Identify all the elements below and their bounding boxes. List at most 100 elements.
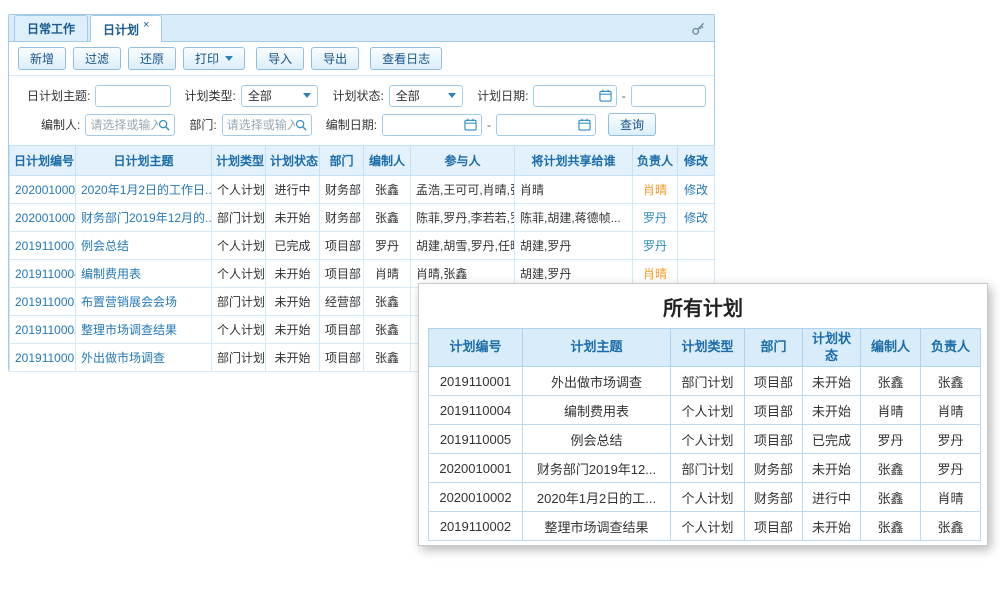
tab-daily-plan-label: 日计划	[103, 21, 139, 38]
col-modify[interactable]: 修改	[678, 146, 715, 176]
owner-link[interactable]: 肖晴	[643, 183, 667, 197]
key-icon[interactable]	[691, 21, 706, 36]
table-row[interactable]: 2019110002 整理市场调查结果 个人计划 项目部 未开始 张鑫 张鑫	[429, 512, 981, 541]
plan-id-cell: 2019110001	[10, 344, 76, 372]
table-row[interactable]: 2020010001 财务部门2019年12... 部门计划 财务部 未开始 张…	[429, 454, 981, 483]
table-row[interactable]: 2019110001 外出做市场调查 部门计划 项目部 未开始 张鑫 张鑫	[429, 367, 981, 396]
dept-cell: 项目部	[745, 425, 803, 454]
plan-id-link[interactable]: 2019110003	[15, 295, 76, 309]
subject-field[interactable]	[95, 85, 170, 107]
subject-link[interactable]: 外出做市场调查	[81, 351, 165, 365]
subject-link[interactable]: 整理市场调查结果	[81, 323, 177, 337]
plan-id-link[interactable]: 2019110002	[15, 323, 76, 337]
subject-cell: 例会总结	[76, 232, 212, 260]
subject-input[interactable]	[100, 89, 165, 103]
subject-link[interactable]: 财务部门2019年12月的...	[81, 211, 212, 225]
export-button[interactable]: 导出	[311, 47, 359, 70]
calendar-icon[interactable]	[599, 89, 612, 102]
creator-cell: 罗丹	[364, 232, 411, 260]
plan-status-label: 计划状态:	[332, 87, 383, 104]
owner-link[interactable]: 罗丹	[643, 211, 667, 225]
plan-id-link[interactable]: 2019110004	[15, 267, 76, 281]
tab-daily-work-label: 日常工作	[27, 20, 75, 37]
plan-date-start-input[interactable]	[538, 89, 598, 103]
view-log-button[interactable]: 查看日志	[370, 47, 442, 70]
plan-date-start-field[interactable]	[533, 85, 616, 107]
compile-date-start-input[interactable]	[387, 118, 464, 132]
plan-id-cell: 2019110004	[429, 396, 523, 425]
owner-link[interactable]: 罗丹	[643, 239, 667, 253]
calendar-icon[interactable]	[464, 118, 477, 131]
plan-id-link[interactable]: 2019110001	[15, 351, 76, 365]
plan-date-end-input[interactable]	[636, 89, 701, 103]
modify-cell	[678, 232, 715, 260]
print-button[interactable]: 打印	[183, 47, 245, 70]
table-row[interactable]: 2019110005 例会总结 个人计划 已完成 项目部 罗丹 胡建,胡雪,罗丹…	[10, 232, 715, 260]
subject-link[interactable]: 编制费用表	[81, 267, 141, 281]
status-cell: 未开始	[266, 204, 320, 232]
table-row[interactable]: 2019110004 编制费用表 个人计划 项目部 未开始 肖晴 肖晴	[429, 396, 981, 425]
share-cell: 肖晴	[515, 176, 633, 204]
filter-row-1: 日计划主题: 计划类型: 全部 计划状态: 全部 计划日期: -	[17, 81, 706, 110]
col-plan-id[interactable]: 日计划编号	[10, 146, 76, 176]
status-cell: 未开始	[266, 260, 320, 288]
plan-status-value: 全部	[396, 87, 420, 104]
creator-input[interactable]	[90, 118, 158, 132]
status-cell: 未开始	[803, 396, 861, 425]
col-type[interactable]: 计划类型	[212, 146, 266, 176]
col-participants[interactable]: 参与人	[411, 146, 515, 176]
compile-date-start-field[interactable]	[382, 114, 482, 136]
plan-date-end-field[interactable]	[631, 85, 706, 107]
calendar-icon[interactable]	[578, 118, 591, 131]
restore-button[interactable]: 还原	[128, 47, 176, 70]
owner-link[interactable]: 肖晴	[643, 267, 667, 281]
tab-close-icon[interactable]: ×	[143, 19, 149, 31]
col-dept[interactable]: 部门	[320, 146, 364, 176]
chevron-down-icon	[448, 93, 456, 98]
table-row[interactable]: 2020010002 2020年1月2日的工作日... 个人计划 进行中 财务部…	[10, 176, 715, 204]
subject-link[interactable]: 布置营销展会会场	[81, 295, 177, 309]
tab-daily-work[interactable]: 日常工作	[14, 15, 88, 41]
creator-field[interactable]	[85, 114, 175, 136]
plan-id-link[interactable]: 2020010001	[15, 211, 76, 225]
plan-type-select[interactable]: 全部	[241, 85, 319, 107]
table-row[interactable]: 2020010002 2020年1月2日的工... 个人计划 财务部 进行中 张…	[429, 483, 981, 512]
add-button-label: 新增	[30, 50, 54, 67]
type-cell: 部门计划	[212, 204, 266, 232]
modify-link[interactable]: 修改	[684, 211, 708, 225]
filter-button[interactable]: 过滤	[73, 47, 121, 70]
table-row[interactable]: 2020010001 财务部门2019年12月的... 部门计划 未开始 财务部…	[10, 204, 715, 232]
search-icon[interactable]	[295, 119, 307, 131]
query-button[interactable]: 查询	[608, 113, 656, 136]
add-button[interactable]: 新增	[18, 47, 66, 70]
search-icon[interactable]	[158, 119, 170, 131]
compile-date-end-input[interactable]	[501, 118, 578, 132]
query-button-label: 查询	[620, 116, 644, 133]
compile-date-end-field[interactable]	[496, 114, 596, 136]
col-creator[interactable]: 编制人	[364, 146, 411, 176]
owner-cell: 张鑫	[921, 512, 981, 541]
col-share[interactable]: 将计划共享给谁	[515, 146, 633, 176]
col-status[interactable]: 计划状态	[266, 146, 320, 176]
import-button[interactable]: 导入	[256, 47, 304, 70]
plan-id-cell: 2019110001	[429, 367, 523, 396]
print-button-label: 打印	[195, 50, 219, 67]
col-owner[interactable]: 负责人	[633, 146, 678, 176]
dept-input[interactable]	[227, 118, 295, 132]
col-subject[interactable]: 日计划主题	[76, 146, 212, 176]
creator-cell: 张鑫	[861, 512, 921, 541]
table-row[interactable]: 2019110005 例会总结 个人计划 项目部 已完成 罗丹 罗丹	[429, 425, 981, 454]
tab-daily-plan[interactable]: 日计划 ×	[90, 15, 162, 42]
plan-status-select[interactable]: 全部	[389, 85, 463, 107]
plan-id-link[interactable]: 2020010002	[15, 183, 76, 197]
modify-link[interactable]: 修改	[684, 183, 708, 197]
subject-cell: 2020年1月2日的工...	[523, 483, 671, 512]
subject-link[interactable]: 例会总结	[81, 239, 129, 253]
subject-link[interactable]: 2020年1月2日的工作日...	[81, 183, 212, 197]
col-creator: 编制人	[861, 329, 921, 367]
dept-field[interactable]	[222, 114, 312, 136]
status-cell: 进行中	[803, 483, 861, 512]
plan-type-value: 全部	[248, 87, 272, 104]
plan-id-link[interactable]: 2019110005	[15, 239, 76, 253]
status-cell: 已完成	[803, 425, 861, 454]
